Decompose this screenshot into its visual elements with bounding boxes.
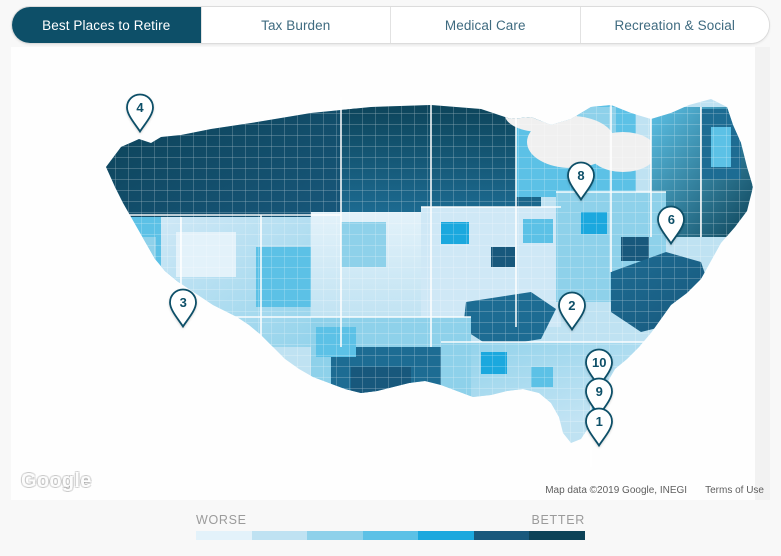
tab-tax-burden[interactable]: Tax Burden: [200, 7, 390, 43]
map-marker-6[interactable]: 6: [656, 205, 686, 246]
tab-label: Tax Burden: [261, 17, 331, 33]
map-marker-4[interactable]: 4: [125, 93, 155, 134]
terms-of-use-link[interactable]: Terms of Use: [705, 485, 764, 496]
tab-label: Best Places to Retire: [42, 17, 171, 33]
category-tabbar: Best Places to Retire Tax Burden Medical…: [11, 6, 770, 44]
pin-icon: [585, 407, 614, 447]
legend-swatch-3: [307, 531, 363, 540]
tab-best-places-to-retire[interactable]: Best Places to Retire: [12, 7, 201, 43]
map-attribution: Map data ©2019 Google, INEGI Terms of Us…: [545, 485, 764, 496]
legend-swatch-7: [529, 531, 586, 540]
map-right-gutter: [755, 47, 770, 500]
legend-color-scale: [196, 531, 586, 540]
tab-recreation-and-social[interactable]: Recreation & Social: [579, 7, 769, 43]
map-marker-1[interactable]: 1: [584, 407, 614, 447]
map-legend: WORSE BETTER: [196, 513, 586, 540]
pin-icon: [567, 162, 595, 202]
map-marker-8[interactable]: 8: [566, 161, 596, 202]
pin-icon: [169, 288, 198, 328]
choropleth-map[interactable]: 4 8 6 3 2 10 9 1 Google Map data ©2019 G…: [11, 47, 770, 500]
retirement-map-app: Best Places to Retire Tax Burden Medical…: [0, 0, 781, 556]
legend-label-better: BETTER: [531, 513, 585, 527]
pin-icon: [657, 206, 686, 246]
pin-icon: [557, 291, 586, 332]
pin-icon: [126, 93, 154, 134]
tab-label: Recreation & Social: [614, 17, 735, 33]
legend-endpoint-labels: WORSE BETTER: [196, 513, 585, 527]
map-marker-3[interactable]: 3: [168, 288, 198, 328]
google-logo: Google: [21, 470, 92, 492]
legend-label-worse: WORSE: [196, 513, 247, 527]
map-marker-2[interactable]: 2: [557, 291, 587, 332]
tab-label: Medical Care: [444, 17, 526, 33]
map-data-attribution: Map data ©2019 Google, INEGI: [545, 485, 688, 496]
legend-swatch-5: [418, 531, 474, 540]
legend-swatch-2: [251, 531, 308, 540]
legend-swatch-4: [362, 531, 419, 540]
legend-swatch-1: [196, 531, 252, 540]
tab-medical-care[interactable]: Medical Care: [390, 7, 580, 43]
legend-swatch-6: [473, 531, 530, 540]
